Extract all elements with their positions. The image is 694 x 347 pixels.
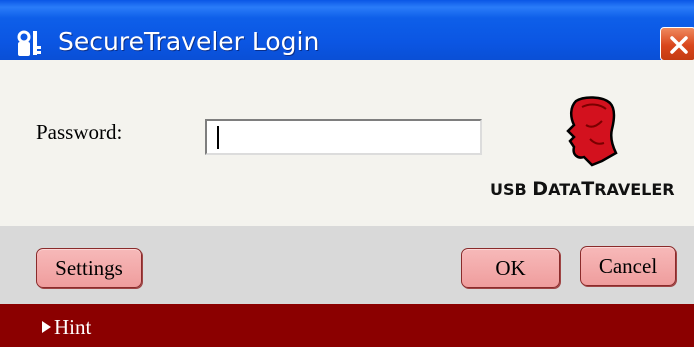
button-bar: Settings OK Cancel [0,226,694,304]
ok-button[interactable]: OK [461,248,560,288]
text-caret [217,126,219,149]
login-window: SecureTraveler Login Password: USB DATAT… [0,0,694,347]
close-icon [670,36,688,54]
settings-button[interactable]: Settings [36,248,142,288]
password-label: Password: [36,120,123,144]
window-title: SecureTraveler Login [58,27,320,56]
title-bar[interactable]: SecureTraveler Login [0,0,694,61]
kingston-head-logo-icon [566,96,618,167]
close-button[interactable] [660,27,694,61]
hint-label: Hint [54,315,92,339]
password-input[interactable] [205,119,482,155]
key-lock-icon [17,30,41,56]
login-form-area: Password: USB DATATRAVELER [0,60,694,226]
triangle-right-icon [42,321,51,333]
cancel-button[interactable]: Cancel [580,246,676,286]
hint-toggle[interactable]: Hint [0,304,694,347]
usb-datatraveler-logo-text: USB DATATRAVELER [490,178,675,200]
